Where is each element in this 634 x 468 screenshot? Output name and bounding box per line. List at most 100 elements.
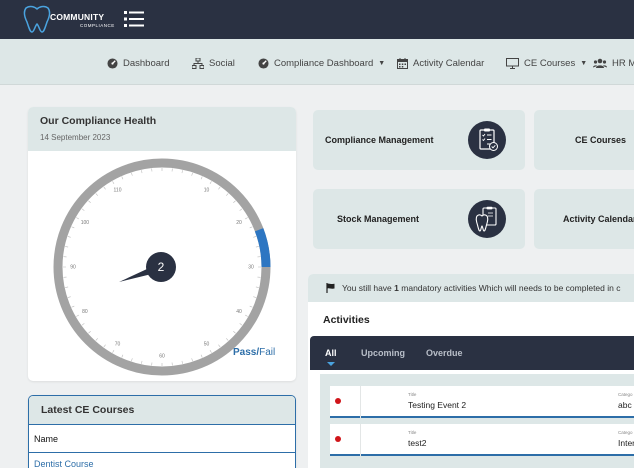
gauge-tick	[81, 323, 85, 326]
gauge-tick-label: 80	[82, 309, 88, 315]
status-dot	[335, 436, 341, 442]
active-tab-indicator	[327, 362, 335, 366]
gauge-tick-label: 70	[115, 341, 121, 347]
nav-label: HR Ma	[612, 57, 634, 69]
gauge-tick-label: 10	[204, 187, 210, 193]
activities-tabs: All Upcoming Overdue	[310, 336, 634, 370]
nav-social[interactable]: Social	[192, 56, 235, 70]
gauge-tick	[239, 323, 243, 326]
gauge-tick	[121, 354, 124, 358]
gauge-tick	[112, 349, 115, 353]
nav-ce-courses[interactable]: CE Courses ▼	[506, 56, 587, 70]
gauge-tick	[249, 226, 253, 229]
pass-label: Pass	[233, 347, 257, 358]
gauge-tick-label: 110	[114, 187, 122, 193]
gauge-tick-label: 60	[159, 353, 165, 359]
gauge-tick-label: 40	[236, 309, 242, 315]
activity-list: Title Testing Event 2 Catego abc Title t…	[320, 374, 634, 468]
nav-label: Activity Calendar	[413, 57, 485, 69]
notice-suffix: mandatory activities Which will needs to…	[401, 283, 621, 293]
gauge-tick	[112, 181, 115, 185]
nav-activity-calendar[interactable]: Activity Calendar	[397, 56, 484, 70]
gauge-tick	[76, 314, 80, 317]
gauge-tick	[67, 236, 71, 238]
caret-down-icon: ▼	[378, 59, 386, 67]
tab-all[interactable]: All	[325, 348, 337, 358]
logo[interactable]: COMMUNITY COMPLIANCE	[22, 4, 114, 35]
gauge-tick	[131, 358, 133, 362]
menu-toggle-button[interactable]	[124, 10, 144, 28]
tooth-clipboard-icon	[468, 200, 506, 238]
compliance-health-title: Our Compliance Health	[40, 115, 157, 127]
gauge-value: 2	[158, 260, 165, 274]
gauge-tick	[65, 246, 69, 248]
fail-label: Fail	[259, 347, 276, 358]
gauge-tick	[141, 170, 143, 174]
activity-category: abc	[618, 400, 632, 410]
column-header-name: Name	[29, 425, 295, 453]
pass-fail-legend: Pass/Fail	[233, 347, 275, 358]
network-icon	[192, 57, 204, 69]
gauge-tick-label: 30	[248, 264, 254, 270]
gauge-tick	[209, 349, 212, 353]
activity-row[interactable]: Title Testing Event 2 Catego abc	[330, 386, 634, 418]
gauge-tick	[233, 331, 236, 334]
activities-panel: You still have 1 mandatory activities Wh…	[308, 274, 634, 468]
compliance-health-date: 14 September 2023	[40, 133, 111, 142]
gauge-tick	[81, 208, 85, 211]
tab-overdue[interactable]: Overdue	[426, 348, 463, 358]
nav-compliance-dashboard[interactable]: Compliance Dashboard ▼	[258, 56, 385, 70]
compliance-health-header: Our Compliance Health 14 September 2023	[28, 107, 296, 151]
activities-title: Activities	[323, 314, 370, 326]
course-link[interactable]: Dentist Course	[29, 453, 295, 468]
users-icon	[593, 58, 607, 68]
calendar-icon	[397, 57, 408, 69]
nav-label: Compliance Dashboard	[274, 57, 374, 69]
activity-title: test2	[408, 438, 427, 448]
gauge-tick	[121, 176, 124, 180]
title-label: Title	[408, 430, 417, 435]
gauge-tick	[253, 236, 257, 238]
dashboard-gauge-icon	[107, 57, 118, 69]
clipboard-checklist-icon	[468, 121, 506, 159]
gauge-tick	[191, 358, 193, 362]
tile-activity-calendar[interactable]: Activity Calendar	[534, 189, 634, 249]
mandatory-notice: You still have 1 mandatory activities Wh…	[308, 274, 634, 302]
nav-dashboard[interactable]: Dashboard	[107, 56, 169, 70]
tile-label: Compliance Management	[325, 135, 434, 145]
gauge-tick	[88, 200, 91, 203]
tab-upcoming[interactable]: Upcoming	[361, 348, 405, 358]
notice-count: 1	[394, 283, 399, 293]
tooth-logo-icon	[23, 5, 51, 33]
gauge-tick	[209, 181, 212, 185]
tile-stock-management[interactable]: Stock Management	[313, 189, 525, 249]
gauge-tick	[181, 360, 183, 364]
top-bar: COMMUNITY COMPLIANCE	[0, 0, 634, 39]
gauge-tick	[253, 296, 257, 298]
activity-row[interactable]: Title test2 Catego Inter	[330, 424, 634, 456]
category-label: Catego	[618, 430, 633, 435]
title-label: Title	[408, 392, 417, 397]
gauge-tick	[191, 172, 193, 176]
notice-prefix: You still have	[342, 283, 392, 293]
tile-label: CE Courses	[575, 135, 627, 145]
gauge-tick	[218, 186, 221, 190]
gauge-tick	[233, 200, 236, 203]
compliance-health-card: Our Compliance Health 14 September 2023 …	[28, 107, 296, 381]
monitor-icon	[506, 57, 519, 69]
gauge-tick	[67, 296, 71, 298]
gauge-tick	[226, 193, 229, 196]
nav-label: CE Courses	[524, 57, 576, 69]
gauge-tick	[95, 338, 98, 341]
caret-down-icon: ▼	[580, 59, 588, 67]
gauge-tick-label: 50	[204, 341, 210, 347]
nav-hr-management[interactable]: HR Ma	[593, 56, 634, 70]
gauge-tick	[65, 286, 69, 288]
tile-ce-courses[interactable]: CE Courses	[534, 110, 634, 170]
gauge-tick	[141, 360, 143, 364]
activity-title: Testing Event 2	[408, 400, 467, 410]
gauge-tick	[244, 314, 248, 317]
gauge-tick	[103, 344, 106, 348]
gauge-tick	[255, 246, 259, 248]
tile-compliance-management[interactable]: Compliance Management	[313, 110, 525, 170]
